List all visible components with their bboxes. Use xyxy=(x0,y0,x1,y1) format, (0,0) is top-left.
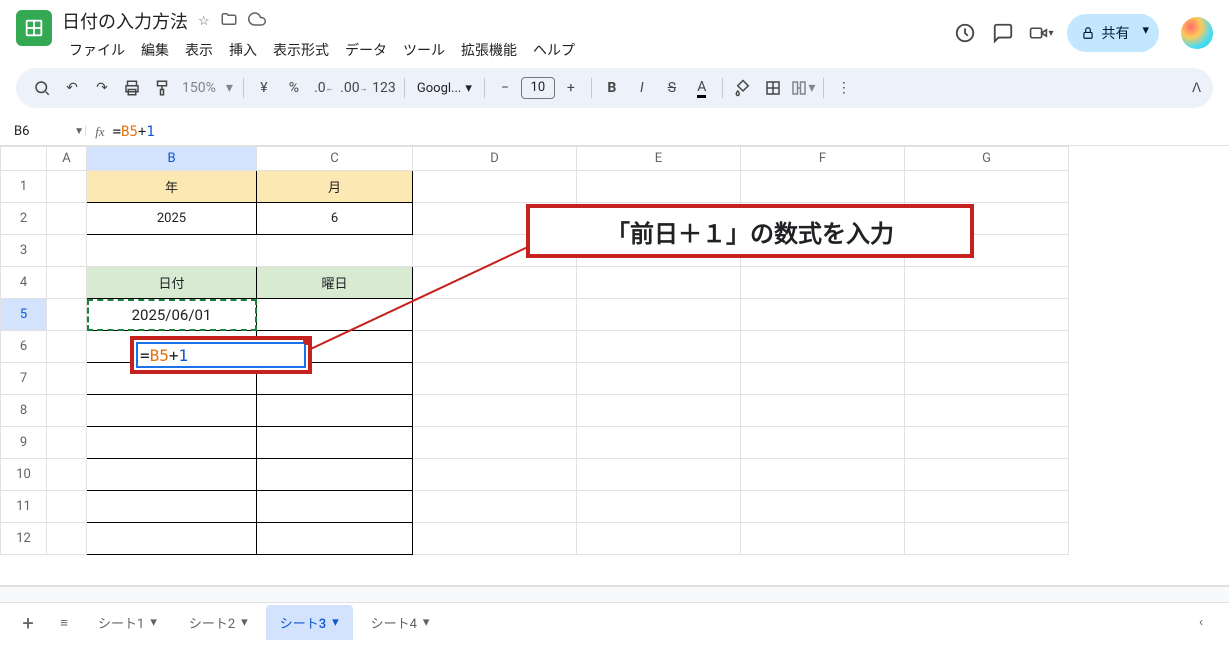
annotation-callout: 「前日＋１」の数式を入力 xyxy=(526,204,974,258)
formula-input[interactable]: =B5+1 xyxy=(113,124,155,140)
row-header-11[interactable]: 11 xyxy=(1,491,47,523)
col-header-D[interactable]: D xyxy=(413,147,577,171)
menu-bar: ファイル 編集 表示 挿入 表示形式 データ ツール 拡張機能 ヘルプ xyxy=(62,36,953,64)
account-avatar[interactable] xyxy=(1181,17,1213,49)
row-header-7[interactable]: 7 xyxy=(1,363,47,395)
edit-handle-icon xyxy=(303,337,311,345)
merge-button[interactable]: ▾ xyxy=(789,74,817,102)
currency-button[interactable]: ¥ xyxy=(250,74,278,102)
strike-button[interactable]: S xyxy=(658,74,686,102)
undo-button[interactable]: ↶ xyxy=(58,74,86,102)
row-header-12[interactable]: 12 xyxy=(1,523,47,555)
document-title[interactable]: 日付の入力方法 xyxy=(62,8,188,34)
row-header-8[interactable]: 8 xyxy=(1,395,47,427)
row-header-1[interactable]: 1 xyxy=(1,171,47,203)
menu-edit[interactable]: 編集 xyxy=(134,36,176,64)
cell-B5[interactable]: 2025/06/01 xyxy=(87,299,257,331)
col-header-G[interactable]: G xyxy=(905,147,1069,171)
redo-button[interactable]: ↷ xyxy=(88,74,116,102)
cell-editor[interactable]: =B5+1 xyxy=(130,336,312,374)
more-toolbar-button[interactable]: ⋮ xyxy=(830,74,858,102)
sheets-logo xyxy=(16,10,52,46)
cell-C1[interactable]: 月 xyxy=(257,171,413,203)
menu-format[interactable]: 表示形式 xyxy=(266,36,336,64)
row-header-2[interactable]: 2 xyxy=(1,203,47,235)
cell-B2[interactable]: 2025 xyxy=(87,203,257,235)
row-header-10[interactable]: 10 xyxy=(1,459,47,491)
callout-connector xyxy=(300,246,540,356)
toolbar: ↶ ↷ 150%▾ ¥ % .0← .00→ 123 Googl... ▾ − … xyxy=(16,68,1213,108)
font-select[interactable]: Googl... ▾ xyxy=(411,81,478,96)
explore-button[interactable]: ‹ xyxy=(1185,607,1217,639)
share-dropdown[interactable]: ▾ xyxy=(1132,14,1159,52)
cell-B1[interactable]: 年 xyxy=(87,171,257,203)
menu-view[interactable]: 表示 xyxy=(178,36,220,64)
star-icon[interactable]: ☆ xyxy=(198,14,210,29)
cell-C2[interactable]: 6 xyxy=(257,203,413,235)
col-header-A[interactable]: A xyxy=(47,147,87,171)
horizontal-scrollbar[interactable] xyxy=(0,586,1229,602)
row-header-6[interactable]: 6 xyxy=(1,331,47,363)
sheet-tab-3[interactable]: シート3 ▾ xyxy=(266,605,353,640)
decrease-decimal-button[interactable]: .0← xyxy=(310,74,338,102)
menu-insert[interactable]: 挿入 xyxy=(222,36,264,64)
row-header-9[interactable]: 9 xyxy=(1,427,47,459)
collapse-toolbar-icon[interactable]: ᐱ xyxy=(1192,81,1201,96)
menu-help[interactable]: ヘルプ xyxy=(526,36,582,64)
menu-extensions[interactable]: 拡張機能 xyxy=(454,36,524,64)
meet-icon[interactable]: ▾ xyxy=(1029,21,1053,45)
more-formats-button[interactable]: 123 xyxy=(370,74,398,102)
menu-file[interactable]: ファイル xyxy=(62,36,132,64)
font-size-minus[interactable]: − xyxy=(491,74,519,102)
menu-data[interactable]: データ xyxy=(338,36,394,64)
col-header-F[interactable]: F xyxy=(741,147,905,171)
cell-B4[interactable]: 日付 xyxy=(87,267,257,299)
row-header-5[interactable]: 5 xyxy=(1,299,47,331)
fill-color-button[interactable] xyxy=(729,74,757,102)
bold-button[interactable]: B xyxy=(598,74,626,102)
select-all-corner[interactable] xyxy=(1,147,47,171)
paint-format-button[interactable] xyxy=(148,74,176,102)
zoom-select[interactable]: 150% xyxy=(178,80,220,96)
move-icon[interactable] xyxy=(220,10,238,32)
print-button[interactable] xyxy=(118,74,146,102)
history-icon[interactable] xyxy=(953,21,977,45)
add-sheet-button[interactable]: + xyxy=(12,607,44,639)
borders-button[interactable] xyxy=(759,74,787,102)
comment-icon[interactable] xyxy=(991,21,1015,45)
row-header-4[interactable]: 4 xyxy=(1,267,47,299)
percent-button[interactable]: % xyxy=(280,74,308,102)
sheet-tab-2[interactable]: シート2 ▾ xyxy=(175,605,262,640)
col-header-E[interactable]: E xyxy=(577,147,741,171)
all-sheets-button[interactable]: ≡ xyxy=(48,607,80,639)
text-color-button[interactable]: A xyxy=(688,74,716,102)
row-header-3[interactable]: 3 xyxy=(1,235,47,267)
sheet-tab-4[interactable]: シート4 ▾ xyxy=(357,605,444,640)
italic-button[interactable]: I xyxy=(628,74,656,102)
name-box[interactable]: B6▼ xyxy=(8,124,84,139)
font-size-plus[interactable]: + xyxy=(557,74,585,102)
cloud-status-icon[interactable] xyxy=(248,10,266,32)
sheet-tab-1[interactable]: シート1 ▾ xyxy=(84,605,171,640)
font-size-input[interactable]: 10 xyxy=(521,77,555,99)
share-label: 共有 xyxy=(1101,23,1129,43)
increase-decimal-button[interactable]: .00→ xyxy=(340,74,368,102)
col-header-C[interactable]: C xyxy=(257,147,413,171)
menu-tools[interactable]: ツール xyxy=(396,36,452,64)
fx-icon: fx xyxy=(95,124,104,140)
col-header-B[interactable]: B xyxy=(87,147,257,171)
search-icon[interactable] xyxy=(28,74,56,102)
